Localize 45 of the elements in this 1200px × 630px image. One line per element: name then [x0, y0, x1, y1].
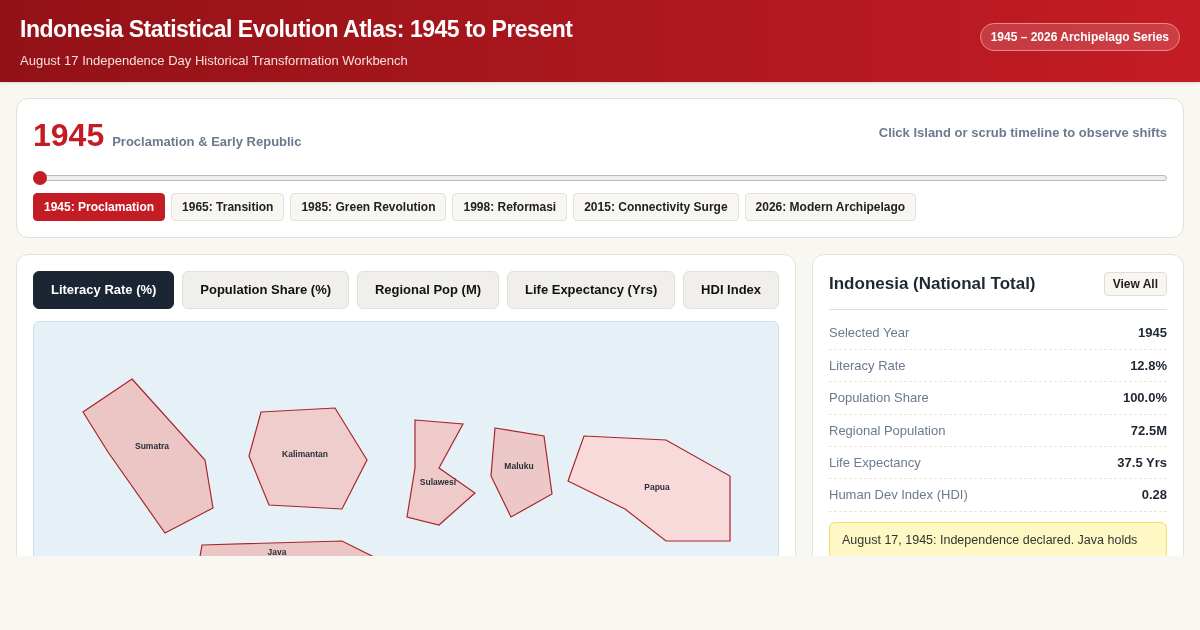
year-display: 1945 [33, 116, 105, 155]
stat-label: Population Share [829, 389, 929, 408]
page-subtitle: August 17 Independence Day Historical Transformation Workbench [20, 51, 409, 70]
island-label: Java [267, 546, 287, 556]
stat-value: 12.8% [1130, 356, 1167, 375]
metric-tab[interactable]: Life Expectancy (Yrs) [507, 271, 676, 309]
island-label: Maluku [504, 460, 534, 471]
island-shape[interactable] [82, 377, 214, 534]
milestone-chip[interactable]: 1998: Reformasi [452, 193, 568, 221]
timeline-hint: Click Island or scrub timeline to observe shifts [878, 124, 1167, 142]
stat-value: 100.0% [1122, 389, 1167, 408]
stat-label: Literacy Rate [829, 356, 906, 375]
detail-title: Indonesia (National Total) [829, 273, 1036, 295]
stat-label: Life Expectancy [829, 454, 921, 472]
milestone-chip[interactable]: 1985: Green Revolution [290, 193, 447, 221]
stat-value: 1945 [1138, 324, 1167, 343]
milestone-chip[interactable]: 2026: Modern Archipelago [744, 193, 917, 221]
view-all-button[interactable]: View All [1103, 271, 1167, 296]
metric-tab[interactable]: HDI Index [683, 271, 780, 309]
stat-value: 72.5M [1130, 421, 1167, 440]
stat-value: 0.28 [1141, 486, 1167, 505]
milestone-chip[interactable]: 1965: Transition [171, 193, 285, 221]
island-shape[interactable] [490, 426, 553, 518]
era-label: Proclamation & Early Republic [112, 133, 302, 151]
island-label: Sulawesi [419, 476, 457, 487]
series-badge: 1945 – 2026 Archipelago Series [979, 23, 1180, 51]
island-shape[interactable] [567, 434, 731, 542]
stat-value: 37.5 Yrs [1117, 454, 1167, 472]
page-title: Indonesia Statistical Evolution Atlas: 1945 to Present [20, 15, 573, 44]
island-shape[interactable] [406, 418, 476, 526]
stat-label: Human Dev Index (HDI) [829, 486, 968, 505]
timeline-slider[interactable] [33, 171, 1167, 185]
island-label: Kalimantan [282, 448, 328, 459]
event-note: August 17, 1945: Independence declared. Java holds [829, 521, 1167, 556]
milestone-chip[interactable]: 1945: Proclamation [33, 193, 166, 221]
stat-label: Selected Year [829, 324, 910, 343]
stat-label: Regional Population [829, 421, 946, 440]
metric-tab[interactable]: Population Share (%) [182, 271, 349, 309]
island-shape[interactable] [248, 406, 368, 510]
island-label: Sumatra [135, 440, 169, 451]
slider-thumb[interactable] [33, 171, 47, 185]
milestone-chip[interactable]: 2015: Connectivity Surge [573, 193, 739, 221]
metric-tab[interactable]: Regional Pop (M) [357, 271, 500, 309]
metric-tab[interactable]: Literacy Rate (%) [33, 271, 175, 309]
island-label: Papua [644, 481, 670, 492]
